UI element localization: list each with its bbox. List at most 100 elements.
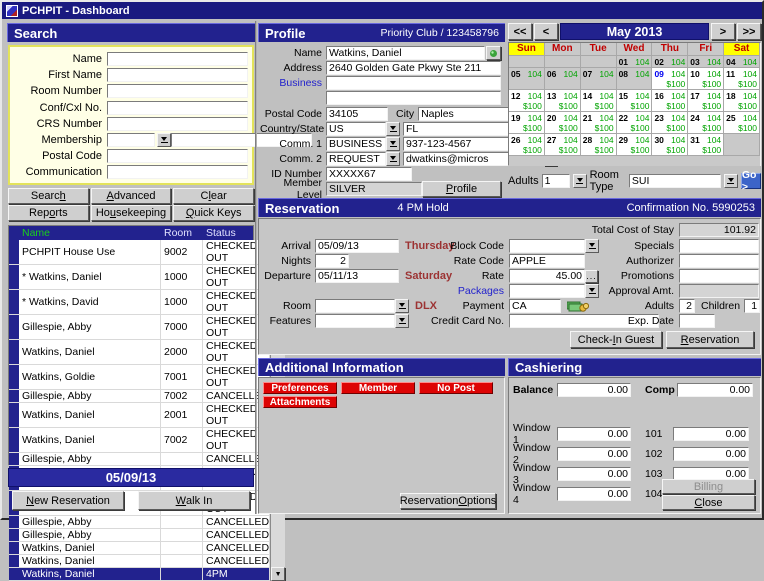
calendar-day-cell[interactable]: 20104$100 — [545, 112, 581, 134]
room-type-field[interactable] — [629, 174, 721, 188]
housekeeping-button[interactable]: Housekeeping — [91, 205, 172, 221]
guest-row[interactable]: Gillespie, AbbyCANCELLED — [9, 516, 270, 529]
calendar-day-cell[interactable]: 01104 — [617, 56, 653, 68]
comm1-dropdown-icon[interactable] — [386, 137, 400, 151]
search-conf-cxl-no-input[interactable] — [107, 101, 248, 115]
new-reservation-button[interactable]: New Reservation — [12, 491, 124, 510]
calendar-day-cell[interactable]: 07104 — [581, 68, 617, 90]
profile-button[interactable]: Profile — [422, 181, 501, 197]
row-selector[interactable] — [9, 568, 19, 580]
authorizer-field[interactable] — [679, 254, 759, 268]
next-month-button[interactable]: > — [711, 23, 735, 40]
adults-dropdown-icon[interactable] — [573, 174, 587, 188]
business-address-field-1[interactable] — [326, 76, 501, 90]
search-crs-number-input[interactable] — [107, 117, 248, 131]
quick-keys-button[interactable]: Quick Keys — [173, 205, 254, 221]
row-selector[interactable] — [9, 428, 19, 452]
calendar-day-cell[interactable]: 04104 — [724, 56, 760, 68]
row-selector[interactable] — [9, 453, 19, 465]
calendar-day-cell[interactable]: 15104$100 — [617, 90, 653, 112]
no-post-flag-button[interactable]: No Post — [419, 382, 493, 394]
calendar-day-cell[interactable]: 30104$100 — [652, 134, 688, 156]
specials-field[interactable] — [679, 239, 759, 253]
search-name-input[interactable] — [107, 52, 248, 66]
row-selector[interactable] — [9, 516, 19, 528]
exp-date-field[interactable] — [679, 314, 715, 328]
guest-row[interactable]: Gillespie, AbbyCANCELLED — [9, 529, 270, 542]
membership-type-input[interactable] — [107, 133, 155, 147]
next-year-button[interactable]: >> — [737, 23, 761, 40]
title-bar[interactable]: PCHPIT - Dashboard — [2, 2, 762, 19]
room-type-dropdown-icon[interactable] — [724, 174, 738, 188]
guest-row[interactable]: * Watkins, Daniel1000CHECKED OUT — [9, 265, 270, 290]
nights-field[interactable] — [315, 254, 349, 268]
guest-row[interactable]: Watkins, Daniel2000CHECKED OUT — [9, 340, 270, 365]
row-selector[interactable] — [9, 265, 19, 289]
guest-name-field[interactable] — [326, 46, 485, 60]
country-field[interactable] — [326, 122, 386, 136]
check-in-guest-button[interactable]: Check-In Guest — [570, 331, 662, 348]
prev-month-button[interactable]: < — [534, 23, 558, 40]
calendar-day-cell[interactable]: 25104$100 — [724, 112, 760, 134]
row-selector[interactable] — [9, 340, 19, 364]
calendar-day-cell[interactable]: 18104$100 — [724, 90, 760, 112]
comm1-type-field[interactable] — [326, 137, 386, 151]
calendar-day-cell[interactable]: 28104$100 — [581, 134, 617, 156]
calendar-day-cell[interactable]: 21104$100 — [581, 112, 617, 134]
row-selector[interactable] — [9, 290, 19, 314]
promotions-field[interactable] — [679, 269, 759, 283]
calendar-day-cell[interactable]: 16104$100 — [652, 90, 688, 112]
calendar-day-cell[interactable]: 27104$100 — [545, 134, 581, 156]
calendar-day-cell[interactable]: 02104 — [652, 56, 688, 68]
calendar-day-cell[interactable]: 31104$100 — [688, 134, 724, 156]
calendar-day-cell[interactable]: 13104$100 — [545, 90, 581, 112]
adults-field[interactable] — [542, 174, 570, 188]
row-selector[interactable] — [9, 240, 19, 264]
row-selector[interactable] — [9, 390, 19, 402]
children-field[interactable] — [744, 299, 760, 313]
guest-row[interactable]: Gillespie, Abby7000CHECKED OUT — [9, 315, 270, 340]
guest-row[interactable]: Watkins, Daniel4PM — [9, 568, 270, 581]
row-selector[interactable] — [9, 365, 19, 389]
guest-row[interactable]: Gillespie, Abby7002CANCELLED — [9, 390, 270, 403]
guest-row[interactable]: Watkins, Daniel2001CHECKED OUT — [9, 403, 270, 428]
calendar-day-cell[interactable]: 12104$100 — [509, 90, 545, 112]
scroll-down-icon[interactable]: ▼ — [271, 567, 285, 581]
calendar-day-cell[interactable]: 29104$100 — [617, 134, 653, 156]
search-postal-code-input[interactable] — [107, 149, 248, 163]
search-communication-input[interactable] — [107, 165, 248, 179]
address-field[interactable] — [326, 61, 501, 75]
row-selector[interactable] — [9, 315, 19, 339]
walk-in-button[interactable]: Walk In — [138, 491, 250, 510]
guest-row[interactable]: PCHPIT House Use9002CHECKED OUT — [9, 240, 270, 265]
prev-year-button[interactable]: << — [508, 23, 532, 40]
guest-row[interactable]: Watkins, Daniel7002CHECKED OUT — [9, 428, 270, 453]
calendar-day-cell[interactable]: 05104 — [509, 68, 545, 90]
comm2-dropdown-icon[interactable] — [386, 152, 400, 166]
calendar-day-cell[interactable]: 26104$100 — [509, 134, 545, 156]
reservation-button[interactable]: Reservation — [666, 331, 754, 348]
packages-label[interactable]: Packages — [383, 284, 504, 298]
name-lookup-icon[interactable] — [486, 46, 501, 60]
calendar-day-cell[interactable]: 22104$100 — [617, 112, 653, 134]
reservation-options-button[interactable]: Reservation Options — [400, 493, 496, 509]
calendar-day-cell[interactable]: 14104$100 — [581, 90, 617, 112]
calendar-day-cell[interactable]: 23104$100 — [652, 112, 688, 134]
row-selector[interactable] — [9, 403, 19, 427]
calendar-day-cell[interactable]: 24104$100 — [688, 112, 724, 134]
column-header-status[interactable]: Status — [203, 227, 253, 239]
guest-table-header[interactable]: Name Room Status — [9, 226, 253, 240]
calendar-day-cell[interactable]: 09104$100 — [652, 68, 688, 90]
row-selector[interactable] — [9, 529, 19, 541]
member-flag-button[interactable]: Member — [341, 382, 415, 394]
calendar-day-cell[interactable]: 17104$100 — [688, 90, 724, 112]
calendar-day-cell[interactable]: 03104 — [688, 56, 724, 68]
close-button[interactable]: Close — [662, 495, 755, 510]
calendar-day-cell[interactable]: 10104$100 — [688, 68, 724, 90]
calendar-day-cell[interactable]: 19104$100 — [509, 112, 545, 134]
business-address-field-2[interactable] — [326, 91, 501, 105]
search-room-number-input[interactable] — [107, 84, 248, 98]
business-label[interactable]: Business — [260, 77, 322, 89]
clear-button[interactable]: Clear — [173, 188, 254, 204]
calendar-day-cell[interactable]: 06104 — [545, 68, 581, 90]
